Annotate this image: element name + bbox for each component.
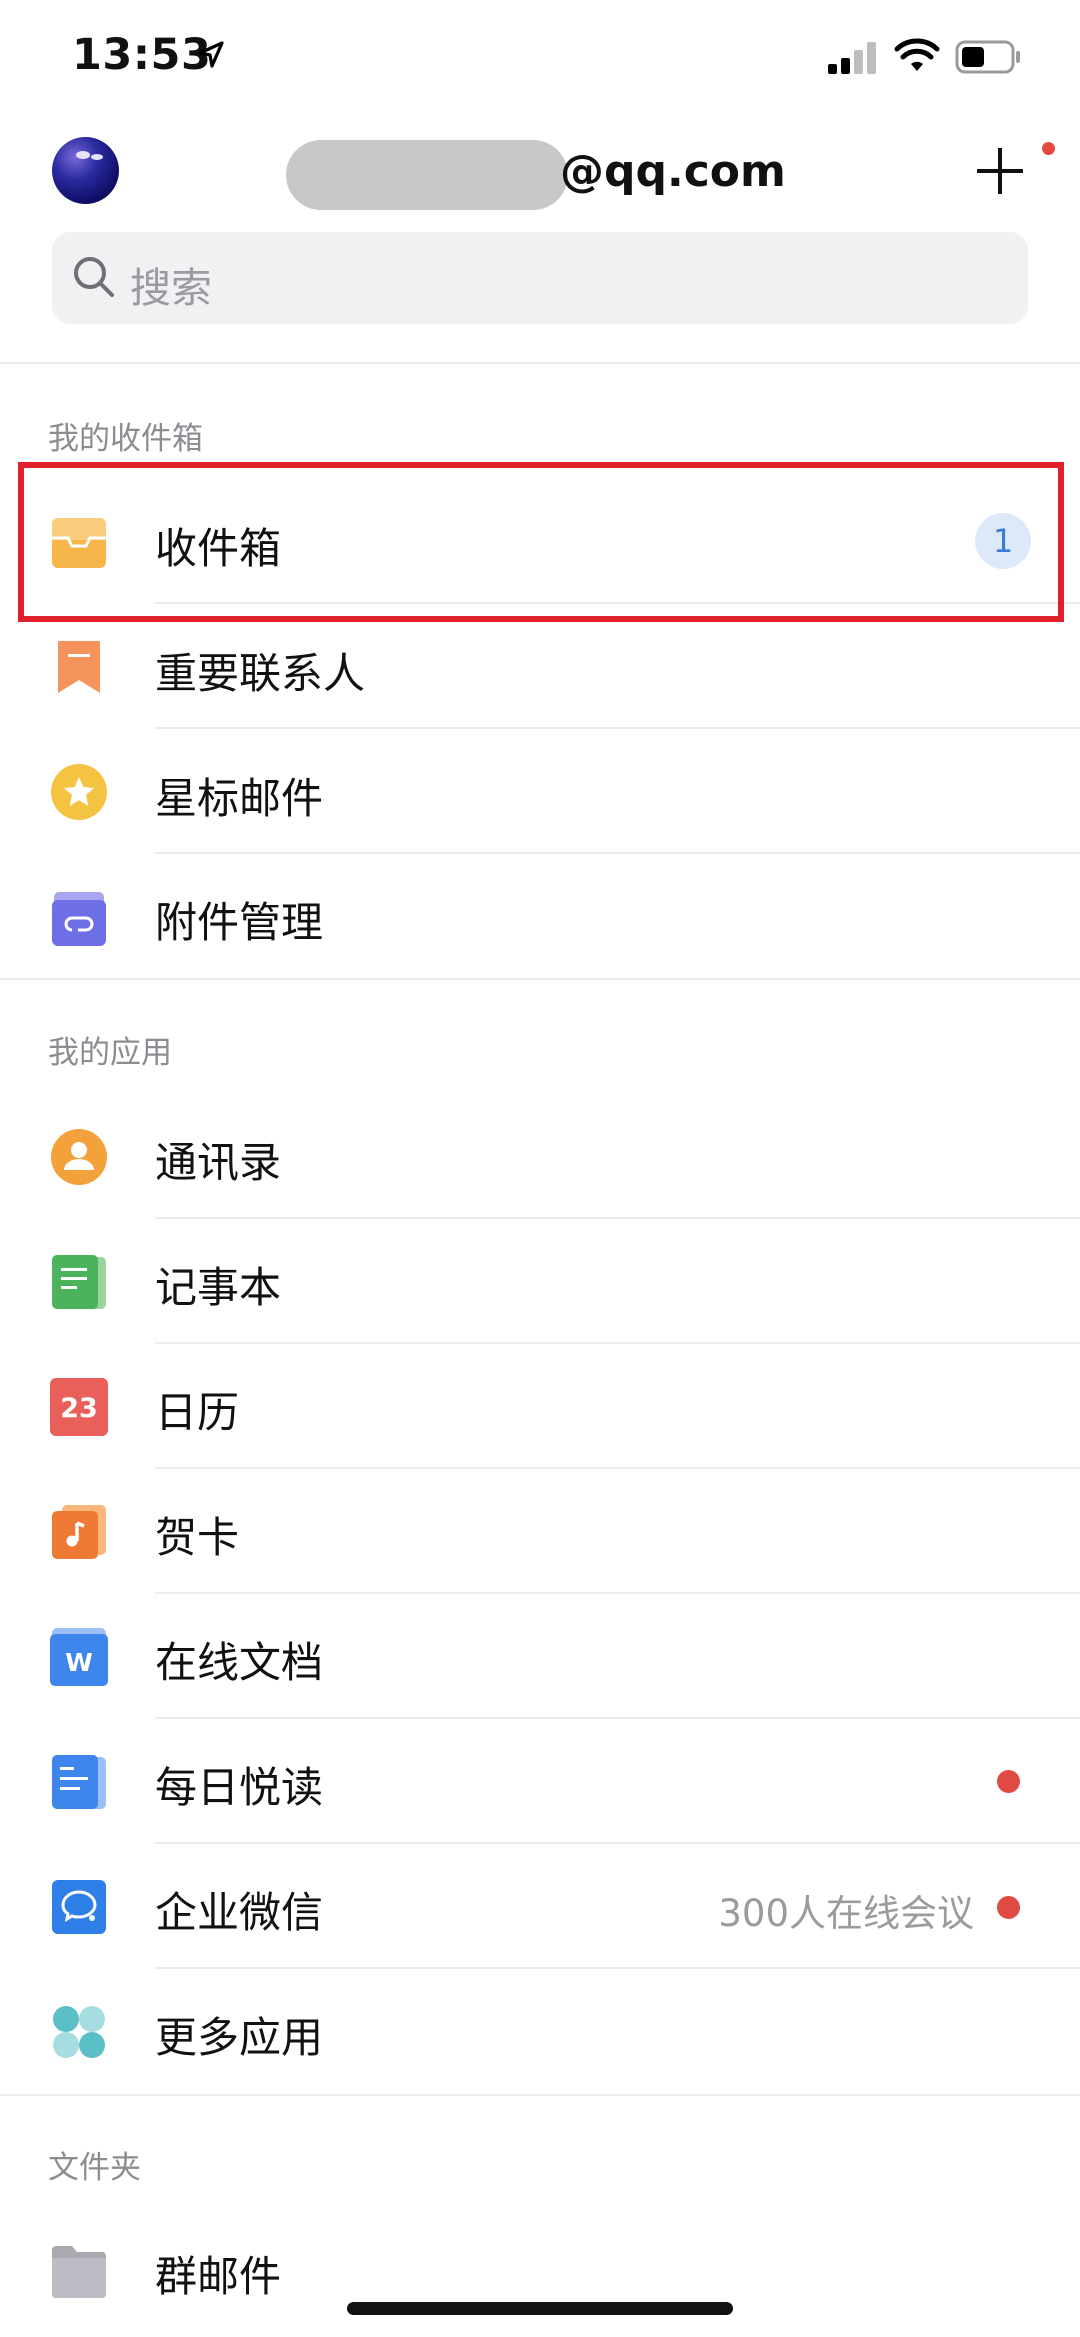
- divider: [155, 1842, 1080, 1844]
- divider: [155, 1967, 1080, 1969]
- row-label-group-mail: 群邮件: [155, 2252, 282, 2301]
- row-label-daily-reading: 每日悦读: [155, 1763, 324, 1812]
- divider: [0, 2094, 1080, 2096]
- row-label-calendar: 日历: [155, 1388, 240, 1437]
- row-label-online-docs: 在线文档: [155, 1638, 324, 1687]
- divider: [155, 1717, 1080, 1719]
- notepad-icon: [52, 1255, 106, 1309]
- bookmark-icon: [58, 641, 100, 693]
- divider: [155, 1217, 1080, 1219]
- home-indicator[interactable]: [347, 2302, 733, 2315]
- unread-dot: [997, 1770, 1020, 1793]
- account-email[interactable]: @qq.com: [560, 146, 786, 197]
- add-button[interactable]: [970, 140, 1030, 200]
- reading-icon: [52, 1755, 106, 1809]
- attachment-icon: [52, 892, 106, 946]
- row-label-attachments: 附件管理: [155, 898, 324, 947]
- battery-icon: [955, 40, 1020, 74]
- notification-dot: [1042, 142, 1055, 155]
- section-title-apps: 我的应用: [48, 1035, 172, 1071]
- search-icon: [74, 257, 114, 297]
- contacts-icon: [51, 1129, 107, 1185]
- location-arrow-icon: [198, 41, 224, 68]
- calendar-icon: 23: [50, 1378, 108, 1436]
- document-icon: W: [50, 1628, 108, 1686]
- section-title-mailbox: 我的收件箱: [48, 421, 203, 457]
- search-placeholder: 搜索: [130, 264, 212, 312]
- divider: [155, 727, 1080, 729]
- cellular-signal-icon: [828, 42, 878, 74]
- document-icon-letter: W: [50, 1634, 108, 1686]
- divider: [0, 362, 1080, 364]
- avatar[interactable]: [52, 137, 119, 204]
- account-name-redacted: [286, 140, 568, 210]
- row-label-more-apps: 更多应用: [155, 2013, 324, 2062]
- greeting-card-icon: [52, 1505, 106, 1559]
- folder-icon: [52, 2246, 106, 2298]
- more-apps-icon: [53, 2006, 105, 2058]
- divider: [155, 1342, 1080, 1344]
- unread-dot: [997, 1896, 1020, 1919]
- divider: [0, 978, 1080, 980]
- highlight-frame: [18, 462, 1064, 622]
- divider: [155, 1467, 1080, 1469]
- wecom-icon: [52, 1880, 106, 1934]
- row-label-contacts: 通讯录: [155, 1138, 282, 1187]
- row-label-wecom: 企业微信: [155, 1888, 324, 1937]
- wecom-subtitle: 300人在线会议: [718, 1892, 974, 1935]
- row-label-greeting-card: 贺卡: [155, 1513, 240, 1562]
- divider: [155, 1592, 1080, 1594]
- status-time: 13:53: [72, 30, 212, 80]
- star-icon: [51, 764, 107, 820]
- divider: [155, 852, 1080, 854]
- section-title-folders: 文件夹: [48, 2150, 141, 2186]
- status-bar: 13:53: [0, 0, 1080, 120]
- row-label-notepad: 记事本: [155, 1263, 282, 1312]
- row-label-starred: 星标邮件: [155, 774, 324, 823]
- row-label-important-contacts: 重要联系人: [155, 649, 366, 698]
- wifi-icon: [894, 38, 940, 71]
